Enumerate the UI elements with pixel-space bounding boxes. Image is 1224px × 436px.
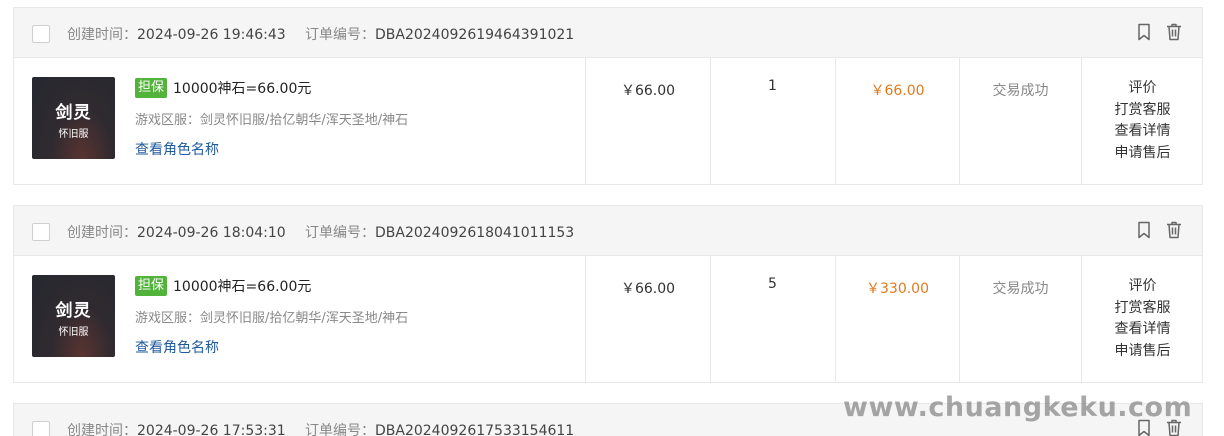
after-sales-button[interactable]: 申请售后 [1082, 143, 1203, 165]
order-card: 创建时间：2024-09-26 18:04:10 订单编号：DBA2024092… [13, 205, 1203, 383]
product-title[interactable]: 10000神石=66.00元 [173, 78, 311, 98]
created-time: 创建时间：2024-09-26 18:04:10 [67, 225, 286, 241]
order-header: 创建时间：2024-09-26 18:04:10 订单编号：DBA2024092… [14, 206, 1202, 256]
view-role-link[interactable]: 查看角色名称 [135, 139, 575, 159]
rate-button[interactable]: 评价 [1082, 78, 1203, 100]
quantity: 5 [710, 256, 834, 382]
order-body: 剑灵 怀旧服 担保 10000神石=66.00元 游戏区服：剑灵怀旧服/拾亿朝华… [14, 58, 1202, 184]
thumb-subtitle: 怀旧服 [58, 129, 89, 140]
view-details-button[interactable]: 查看详情 [1082, 319, 1203, 341]
unit-price: ￥66.00 [585, 256, 710, 382]
view-role-link[interactable]: 查看角色名称 [135, 337, 575, 357]
product-thumbnail[interactable]: 剑灵 怀旧服 [32, 77, 115, 159]
game-server: 游戏区服：剑灵怀旧服/拾亿朝华/浑天圣地/神石 [135, 311, 409, 326]
total-price: ￥330.00 [835, 256, 959, 382]
product-title[interactable]: 10000神石=66.00元 [173, 276, 311, 296]
thumb-title: 剑灵 [55, 301, 92, 321]
order-checkbox[interactable] [32, 223, 50, 241]
view-details-button[interactable]: 查看详情 [1082, 121, 1203, 143]
thumb-subtitle: 怀旧服 [58, 327, 89, 338]
tip-service-button[interactable]: 打赏客服 [1082, 100, 1203, 122]
rate-button[interactable]: 评价 [1082, 276, 1203, 298]
after-sales-button[interactable]: 申请售后 [1082, 341, 1203, 363]
product-info: 担保 10000神石=66.00元 游戏区服：剑灵怀旧服/拾亿朝华/浑天圣地/神… [135, 275, 575, 357]
bookmark-icon[interactable] [1134, 22, 1154, 42]
created-time: 创建时间：2024-09-26 17:53:31 [67, 423, 286, 436]
order-body: 剑灵 怀旧服 担保 10000神石=66.00元 游戏区服：剑灵怀旧服/拾亿朝华… [14, 256, 1202, 382]
order-actions: 评价 打赏客服 查看详情 申请售后 [1081, 256, 1203, 382]
order-card: 创建时间：2024-09-26 19:46:43 订单编号：DBA2024092… [13, 7, 1203, 185]
product-thumbnail[interactable]: 剑灵 怀旧服 [32, 275, 115, 357]
order-number: 订单编号：DBA2024092617533154611 [305, 423, 575, 436]
order-number: 订单编号：DBA2024092618041011153 [305, 225, 575, 241]
site-watermark: www.chuangkeku.com [843, 392, 1193, 423]
created-time: 创建时间：2024-09-26 19:46:43 [67, 27, 286, 43]
guarantee-badge: 担保 [135, 276, 168, 296]
quantity: 1 [710, 58, 834, 184]
unit-price: ￥66.00 [585, 58, 710, 184]
trash-icon[interactable] [1164, 22, 1184, 42]
product-info: 担保 10000神石=66.00元 游戏区服：剑灵怀旧服/拾亿朝华/浑天圣地/神… [135, 77, 575, 159]
order-number: 订单编号：DBA2024092619464391021 [305, 27, 575, 43]
order-checkbox[interactable] [32, 25, 50, 43]
tip-service-button[interactable]: 打赏客服 [1082, 298, 1203, 320]
guarantee-badge: 担保 [135, 78, 168, 98]
order-header: 创建时间：2024-09-26 19:46:43 订单编号：DBA2024092… [14, 8, 1202, 58]
order-status: 交易成功 [959, 58, 1081, 184]
bookmark-icon[interactable] [1134, 220, 1154, 240]
trash-icon[interactable] [1164, 220, 1184, 240]
thumb-title: 剑灵 [55, 103, 92, 123]
total-price: ￥66.00 [835, 58, 959, 184]
game-server: 游戏区服：剑灵怀旧服/拾亿朝华/浑天圣地/神石 [135, 113, 409, 128]
order-checkbox[interactable] [32, 421, 50, 436]
order-status: 交易成功 [959, 256, 1081, 382]
order-actions: 评价 打赏客服 查看详情 申请售后 [1081, 58, 1203, 184]
